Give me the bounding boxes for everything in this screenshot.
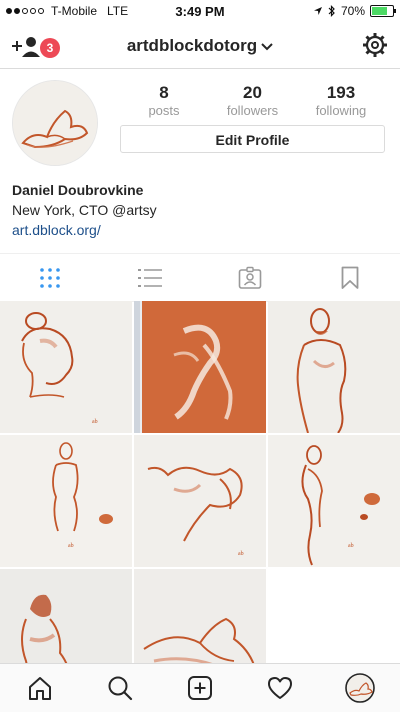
post-thumbnail[interactable]: ab xyxy=(134,435,266,567)
username-label: artdblockdotorg xyxy=(126,36,258,55)
settings-button[interactable] xyxy=(362,32,388,58)
posts-stat[interactable]: 8 posts xyxy=(120,83,208,118)
bio-text: New York, CTO @artsy xyxy=(12,202,157,218)
profile-avatar-icon xyxy=(345,673,375,703)
following-stat[interactable]: 193 following xyxy=(297,83,385,118)
home-icon xyxy=(29,677,51,700)
post-thumbnail[interactable] xyxy=(134,301,266,433)
svg-text:ab: ab xyxy=(238,551,244,557)
website-link[interactable]: art.dblock.org/ xyxy=(12,220,157,240)
nav-profile[interactable] xyxy=(345,673,375,703)
tab-tagged[interactable] xyxy=(200,254,300,301)
grid-icon xyxy=(40,267,60,288)
profile-tabs xyxy=(0,253,400,302)
followers-stat[interactable]: 20 followers xyxy=(209,83,297,118)
following-label: following xyxy=(315,103,367,118)
nav-search[interactable] xyxy=(105,673,135,703)
add-post-icon xyxy=(188,676,212,700)
nav-home[interactable] xyxy=(25,673,55,703)
posts-grid: ab ab ab ab xyxy=(0,301,400,701)
followers-label: followers xyxy=(226,103,279,118)
search-icon xyxy=(108,676,133,701)
tab-saved[interactable] xyxy=(300,254,400,301)
nav-activity[interactable] xyxy=(265,673,295,703)
profile-bio: Daniel Doubrovkine New York, CTO @artsy … xyxy=(12,180,157,240)
full-name: Daniel Doubrovkine xyxy=(12,182,144,198)
post-thumbnail[interactable]: ab xyxy=(0,301,132,433)
list-icon xyxy=(138,268,162,287)
heart-icon xyxy=(268,677,292,699)
tab-list[interactable] xyxy=(100,254,200,301)
tagged-icon xyxy=(238,266,262,289)
battery-icon xyxy=(370,5,396,17)
account-switcher[interactable]: artdblockdotorg xyxy=(0,36,400,56)
post-thumbnail[interactable] xyxy=(268,301,400,433)
battery-percent: 70% xyxy=(340,4,365,18)
post-thumbnail[interactable]: ab xyxy=(0,435,132,567)
location-arrow-icon xyxy=(313,7,322,15)
bluetooth-icon xyxy=(328,5,335,17)
posts-label: posts xyxy=(148,103,180,118)
gear-icon xyxy=(363,33,387,57)
svg-text:ab: ab xyxy=(68,543,74,549)
profile-avatar[interactable] xyxy=(12,80,98,166)
svg-text:ab: ab xyxy=(92,419,98,425)
posts-count: 8 xyxy=(159,83,169,102)
edit-profile-button[interactable]: Edit Profile xyxy=(120,125,385,153)
bottom-tab-bar xyxy=(0,663,400,712)
svg-text:ab: ab xyxy=(348,543,354,549)
nav-new-post[interactable] xyxy=(185,673,215,703)
status-bar: T-Mobile LTE 3:49 PM 70% xyxy=(0,0,400,22)
chevron-down-icon xyxy=(261,40,273,54)
post-thumbnail[interactable]: ab xyxy=(268,435,400,567)
tab-grid[interactable] xyxy=(0,254,100,301)
followers-count: 20 xyxy=(243,83,262,102)
following-count: 193 xyxy=(326,83,356,102)
profile-header: 3 artdblockdotorg xyxy=(0,22,400,69)
profile-stats: 8 posts 20 followers 193 following xyxy=(120,83,385,118)
bookmark-icon xyxy=(341,266,359,289)
